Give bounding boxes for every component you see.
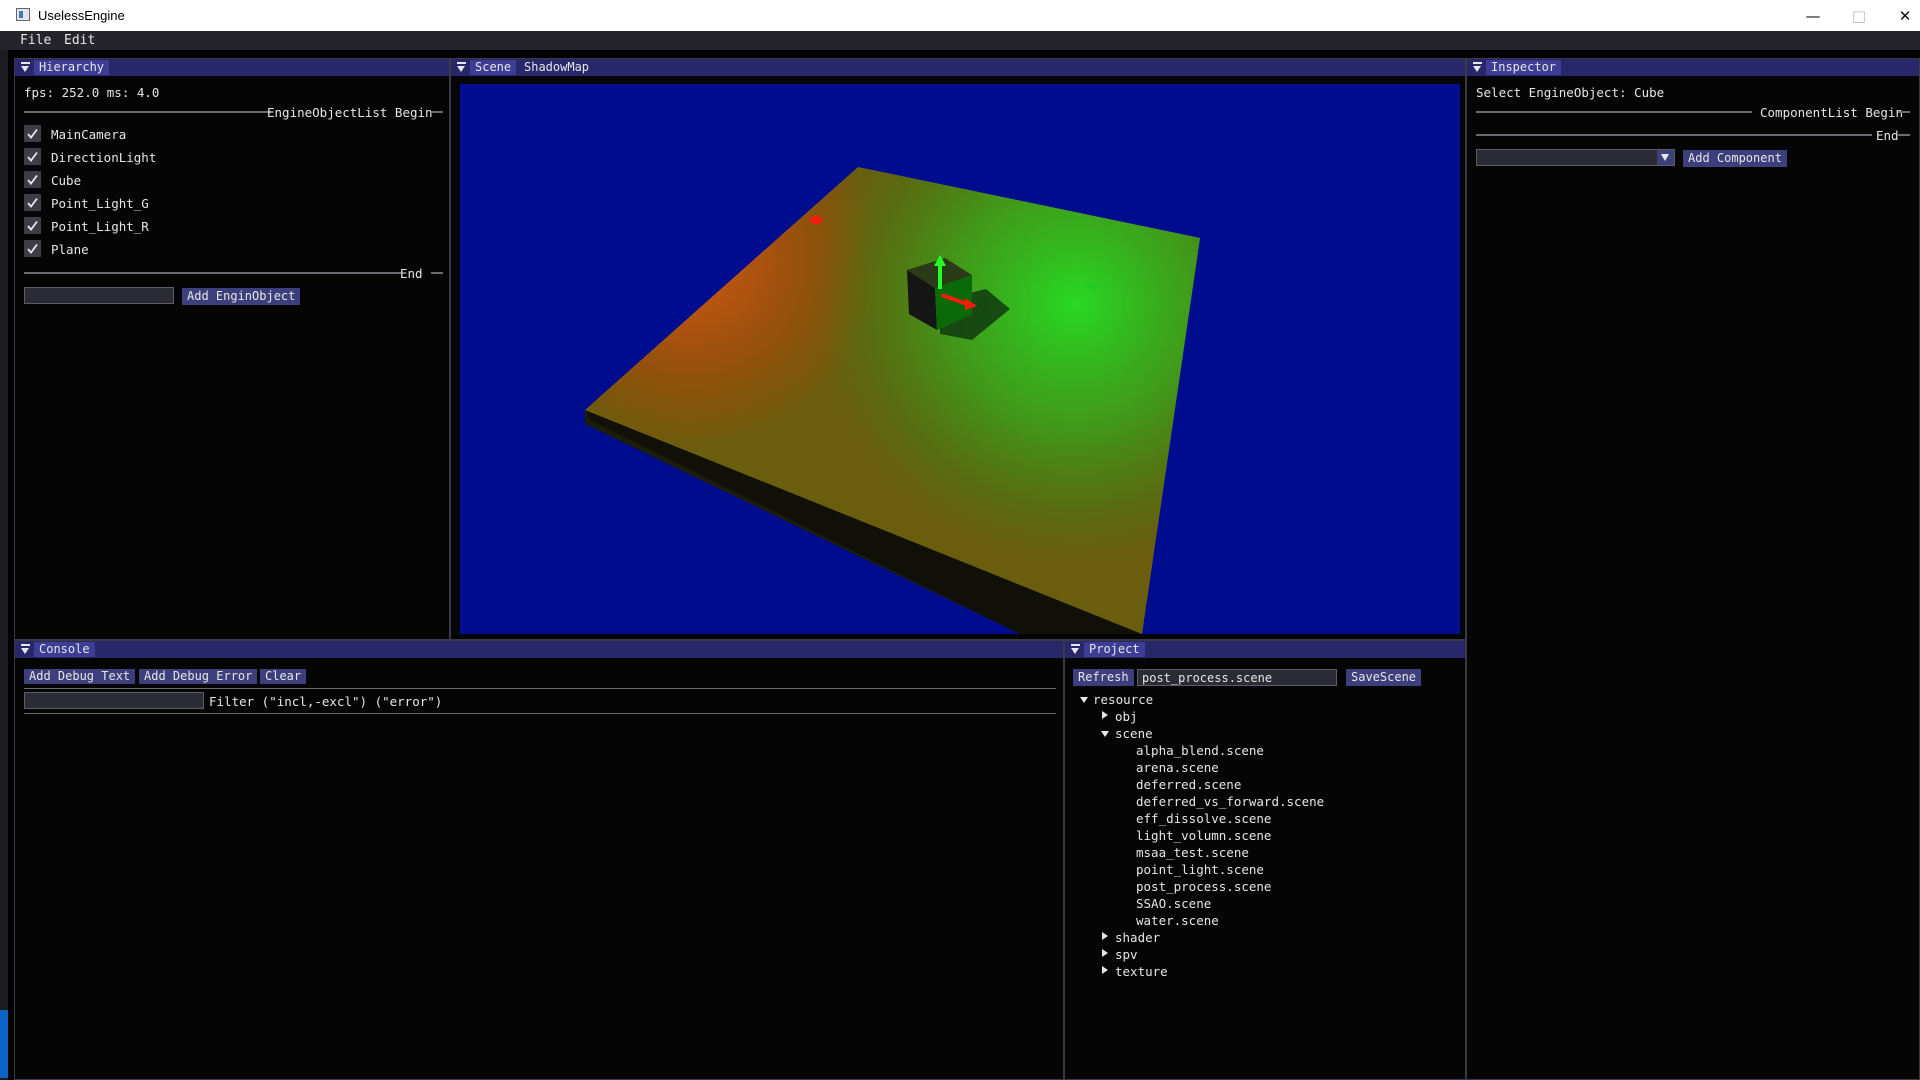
collapse-arrow-right-icon[interactable]	[1102, 966, 1108, 974]
new-object-name-input[interactable]	[24, 287, 174, 304]
scene-header: Scene ShadowMap	[451, 59, 1465, 76]
console-header: Console	[15, 641, 1063, 658]
scene-name-input[interactable]	[1137, 669, 1337, 686]
collapse-arrow-icon[interactable]	[20, 62, 31, 73]
component-list-end-label: End	[1876, 128, 1899, 143]
collapse-arrow-right-icon[interactable]	[1102, 711, 1108, 719]
tab-inspector[interactable]: Inspector	[1486, 60, 1562, 75]
add-component-button[interactable]: Add Component	[1683, 150, 1787, 167]
divider	[24, 272, 401, 274]
tree-file[interactable]: point_light.scene	[1136, 862, 1264, 877]
tree-file[interactable]: msaa_test.scene	[1136, 845, 1249, 860]
tree-file[interactable]: arena.scene	[1136, 760, 1219, 775]
engine-object-list-begin-label: EngineObjectList Begin	[267, 105, 433, 120]
divider	[431, 111, 443, 113]
tree-file[interactable]: alpha_blend.scene	[1136, 743, 1264, 758]
collapse-arrow-icon[interactable]	[1472, 62, 1483, 73]
object-label-plane[interactable]: Plane	[51, 242, 89, 257]
window-title: UselessEngine	[38, 8, 125, 23]
divider	[24, 111, 271, 113]
divider	[1898, 111, 1910, 113]
window-left-edge	[0, 50, 8, 1080]
tree-folder-resource[interactable]: resource	[1093, 692, 1153, 707]
console-panel: Console Add Debug Text Add Debug Error C…	[14, 640, 1064, 1080]
divider	[1476, 134, 1872, 136]
tree-folder-scene[interactable]: scene	[1115, 726, 1153, 741]
menu-edit[interactable]: Edit	[64, 33, 95, 48]
taskbar-fragment	[0, 1010, 8, 1078]
object-label-maincamera[interactable]: MainCamera	[51, 127, 126, 142]
object-label-directionlight[interactable]: DirectionLight	[51, 150, 156, 165]
object-label-cube[interactable]: Cube	[51, 173, 81, 188]
maximize-button[interactable]: □	[1836, 0, 1882, 31]
tree-file[interactable]: deferred.scene	[1136, 777, 1241, 792]
expand-arrow-icon[interactable]	[1080, 697, 1088, 703]
checkbox-point-light-g[interactable]	[24, 194, 41, 211]
tab-scene[interactable]: Scene	[470, 60, 517, 75]
inspector-header: Inspector	[1467, 59, 1919, 76]
selected-object-label: Select EngineObject: Cube	[1476, 85, 1665, 100]
tree-file[interactable]: SSAO.scene	[1136, 896, 1211, 911]
collapse-arrow-right-icon[interactable]	[1102, 932, 1108, 940]
collapse-arrow-icon[interactable]	[1070, 644, 1081, 655]
tab-console[interactable]: Console	[34, 642, 95, 657]
engine-object-list-end-label: End	[400, 266, 423, 281]
tab-project[interactable]: Project	[1084, 642, 1145, 657]
refresh-button[interactable]: Refresh	[1073, 669, 1134, 686]
tree-file[interactable]: light_volumn.scene	[1136, 828, 1271, 843]
close-button[interactable]: ✕	[1882, 0, 1920, 31]
tree-file[interactable]: water.scene	[1136, 913, 1219, 928]
menu-bar: File Edit	[0, 31, 1920, 50]
project-header: Project	[1065, 641, 1465, 658]
tree-folder-texture[interactable]: texture	[1115, 964, 1168, 979]
object-label-point-light-g[interactable]: Point_Light_G	[51, 196, 149, 211]
checkbox-maincamera[interactable]	[24, 125, 41, 142]
clear-button[interactable]: Clear	[260, 669, 307, 684]
checkbox-point-light-r[interactable]	[24, 217, 41, 234]
tree-folder-shader[interactable]: shader	[1115, 930, 1160, 945]
collapse-arrow-icon[interactable]	[456, 62, 467, 73]
divider	[1898, 134, 1910, 136]
tree-file[interactable]: post_process.scene	[1136, 879, 1271, 894]
divider	[24, 688, 1056, 689]
console-filter-input[interactable]	[24, 692, 204, 709]
checkbox-directionlight[interactable]	[24, 148, 41, 165]
tab-hierarchy[interactable]: Hierarchy	[34, 60, 110, 75]
scene-viewport[interactable]	[460, 84, 1460, 634]
collapse-arrow-icon[interactable]	[20, 644, 31, 655]
checkbox-plane[interactable]	[24, 240, 41, 257]
tree-file[interactable]: deferred_vs_forward.scene	[1136, 794, 1324, 809]
add-engine-object-button[interactable]: Add EnginObject	[182, 288, 301, 305]
divider	[24, 713, 1056, 714]
project-panel: Project Refresh SaveScene resource obj s…	[1064, 640, 1466, 1080]
filter-label: Filter ("incl,-excl") ("error")	[209, 694, 443, 709]
tree-folder-obj[interactable]: obj	[1115, 709, 1138, 724]
hierarchy-panel: Hierarchy fps: 252.0 ms: 4.0 EngineObjec…	[14, 58, 450, 640]
add-debug-text-button[interactable]: Add Debug Text	[24, 669, 136, 684]
save-scene-button[interactable]: SaveScene	[1346, 669, 1422, 686]
fps-readout: fps: 252.0 ms: 4.0	[24, 85, 160, 100]
tab-shadowmap[interactable]: ShadowMap	[519, 60, 594, 75]
window-title-bar: UselessEngine — □ ✕	[0, 0, 1920, 31]
component-list-begin-label: ComponentList Begin	[1760, 105, 1903, 120]
tree-file[interactable]: eff_dissolve.scene	[1136, 811, 1271, 826]
checkbox-cube[interactable]	[24, 171, 41, 188]
app-icon	[16, 8, 30, 21]
component-type-select[interactable]	[1476, 149, 1675, 166]
dropdown-arrow-icon[interactable]	[1657, 150, 1674, 165]
tree-folder-spv[interactable]: spv	[1115, 947, 1138, 962]
hierarchy-header: Hierarchy	[15, 59, 449, 76]
expand-arrow-icon[interactable]	[1101, 731, 1109, 737]
scene-render	[585, 167, 1200, 634]
minimize-button[interactable]: —	[1790, 0, 1836, 31]
divider	[431, 272, 443, 274]
inspector-panel: Inspector Select EngineObject: Cube Comp…	[1466, 58, 1920, 1080]
divider	[1476, 111, 1752, 113]
scene-panel: Scene ShadowMap	[450, 58, 1466, 640]
object-label-point-light-r[interactable]: Point_Light_R	[51, 219, 149, 234]
collapse-arrow-right-icon[interactable]	[1102, 949, 1108, 957]
add-debug-error-button[interactable]: Add Debug Error	[139, 669, 258, 684]
menu-file[interactable]: File	[20, 33, 51, 48]
